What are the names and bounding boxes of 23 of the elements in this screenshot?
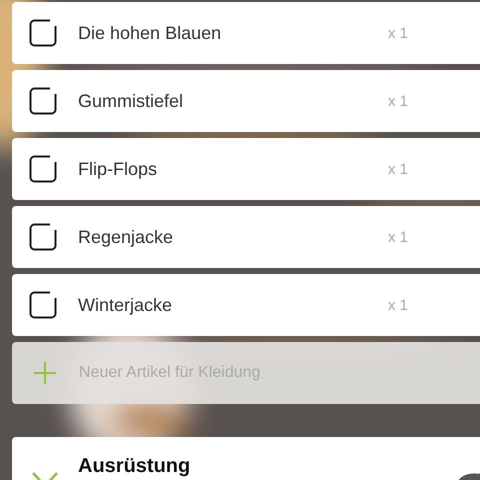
- item-card[interactable]: Flip-Flops x 1: [12, 138, 480, 200]
- item-name: Gummistiefel: [78, 90, 184, 112]
- checkbox[interactable]: [29, 87, 57, 115]
- item-name: Flip-Flops: [78, 158, 158, 180]
- section-header[interactable]: Ausrüstung: [12, 437, 480, 480]
- item-quantity: x 1: [388, 92, 408, 110]
- item-card[interactable]: Regenjacke x 1: [12, 206, 480, 268]
- item-card[interactable]: Winterjacke x 1: [12, 274, 480, 336]
- item-name: Die hohen Blauen: [78, 22, 222, 44]
- item-name: Winterjacke: [78, 294, 174, 316]
- checkbox[interactable]: [29, 223, 57, 251]
- checkbox[interactable]: [29, 19, 57, 47]
- item-card[interactable]: Die hohen Blauen x 1: [12, 2, 480, 64]
- item-quantity: x 1: [388, 160, 408, 178]
- item-quantity: x 1: [388, 296, 408, 314]
- checkbox[interactable]: [29, 291, 57, 319]
- item-card[interactable]: Gummistiefel x 1: [12, 70, 480, 132]
- item-name: Regenjacke: [78, 226, 174, 248]
- item-quantity: x 1: [388, 228, 408, 246]
- item-quantity: x 1: [388, 24, 408, 42]
- section-title: Ausrüstung: [78, 455, 190, 478]
- plus-icon: [34, 362, 56, 384]
- checkbox[interactable]: [29, 155, 57, 183]
